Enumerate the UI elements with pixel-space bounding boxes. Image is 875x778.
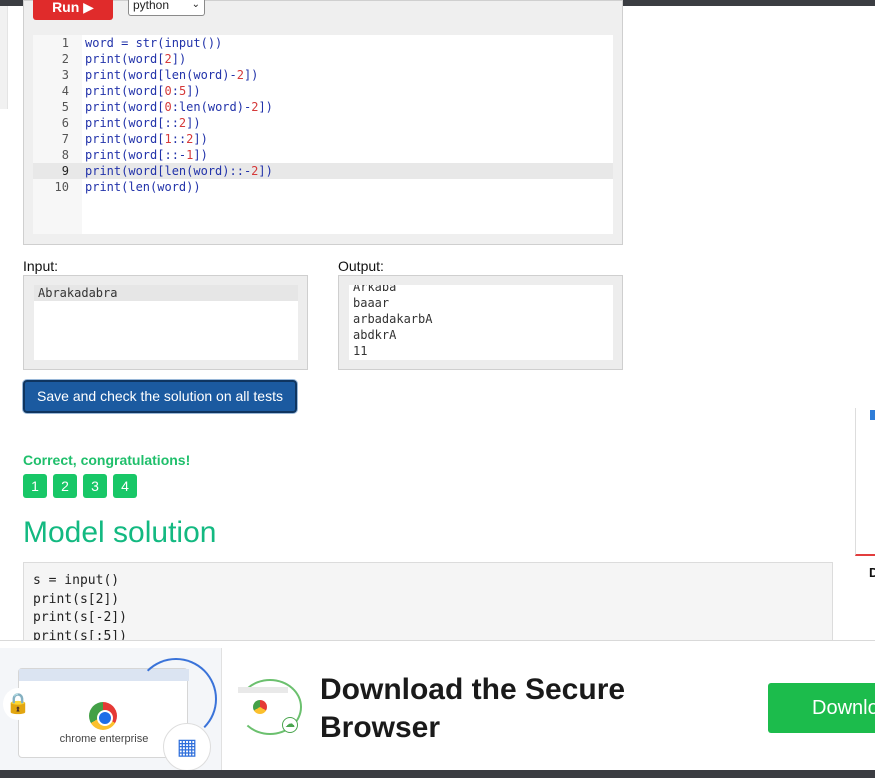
ad-thumbnail: ☁: [238, 679, 302, 735]
code-text: print(word[1::2]): [85, 132, 208, 146]
test-badge[interactable]: 1: [23, 474, 47, 498]
thumb-bar: [238, 687, 288, 693]
line-number: 3: [61, 68, 69, 82]
language-select[interactable]: python ⌄: [128, 0, 205, 16]
code-text: print(word[len(word)::-2]): [85, 164, 273, 178]
output-line: 11: [353, 344, 368, 358]
test-badge[interactable]: 3: [83, 474, 107, 498]
chrome-logo-icon: [89, 702, 117, 730]
code-line[interactable]: 8 print(word[::-1]): [33, 147, 613, 163]
code-text: print(word[len(word)-2]): [85, 68, 259, 82]
code-line[interactable]: 4 print(word[0:5]): [33, 83, 613, 99]
code-line-active[interactable]: 9 print(word[len(word)::-2]): [33, 163, 613, 179]
cloud-download-icon: ☁: [282, 717, 298, 733]
input-label: Input:: [23, 258, 59, 274]
ad-headline: Download the Secure Browser: [320, 673, 626, 744]
right-side-panel: [855, 408, 875, 556]
chrome-small-icon: [253, 700, 267, 714]
code-line[interactable]: 2 print(word[2]): [33, 51, 613, 67]
code-text: print(word[::-1]): [85, 148, 208, 162]
test-badge[interactable]: 2: [53, 474, 77, 498]
code-text: word = str(input()): [85, 36, 223, 50]
model-code-line: s = input(): [33, 573, 120, 588]
line-number: 4: [61, 84, 69, 98]
result-status: Correct, congratulations!: [23, 452, 191, 468]
code-text: print(word[0:5]): [85, 84, 201, 98]
run-button[interactable]: Run ▶: [33, 0, 113, 20]
input-value: Abrakadabra: [34, 285, 298, 301]
model-code-line: print(s[2]): [33, 591, 120, 607]
output-line: arbadakarbA: [353, 312, 433, 326]
test-badge[interactable]: 4: [113, 474, 137, 498]
line-number: 10: [54, 180, 69, 194]
model-solution-title: Model solution: [23, 516, 217, 549]
download-button[interactable]: Download: [768, 683, 875, 733]
right-panel-letter: D: [869, 565, 875, 580]
line-number: 5: [61, 100, 69, 114]
right-panel-marker: [870, 410, 875, 420]
line-number: 8: [61, 148, 69, 162]
code-line[interactable]: 1 word = str(input()): [33, 35, 613, 51]
language-value: python: [133, 0, 170, 12]
code-text: print(len(word)): [85, 180, 201, 194]
code-line[interactable]: 6 print(word[::2]): [33, 115, 613, 131]
output-area: Arkaba baaar arbadakarbA abdkrA 11: [349, 285, 613, 360]
line-number: 9: [61, 164, 69, 178]
output-box: Arkaba baaar arbadakarbA abdkrA 11: [338, 275, 623, 370]
building-icon: ▦: [163, 723, 211, 771]
code-line[interactable]: 5 print(word[0:len(word)-2]): [33, 99, 613, 115]
input-textarea[interactable]: Abrakadabra: [34, 285, 298, 360]
line-number: 7: [61, 132, 69, 146]
output-line: baaar: [353, 296, 390, 310]
model-code-line: print(s[-2]): [33, 610, 127, 625]
output-line: Arkaba: [353, 285, 397, 294]
line-number: 6: [61, 116, 69, 130]
code-line[interactable]: 7 print(word[1::2]): [33, 131, 613, 147]
line-number: 2: [61, 52, 69, 66]
code-text: print(word[0:len(word)-2]): [85, 100, 273, 114]
chevron-down-icon: ⌄: [191, 0, 200, 10]
left-sidebar-stub: [0, 6, 8, 109]
code-line[interactable]: 10 print(len(word)): [33, 179, 613, 195]
code-editor[interactable]: 1 word = str(input()) 2 print(word[2]) 3 pr…: [33, 35, 613, 234]
model-code: s = input() print(s[2]) print(s[-2]) print(…: [33, 572, 127, 646]
line-number: 1: [61, 36, 69, 50]
output-label: Output:: [338, 258, 384, 274]
output-line: abdkrA: [353, 328, 397, 342]
input-box: Abrakadabra: [23, 275, 308, 370]
lock-icon: 🔒: [3, 688, 33, 720]
ad-illustration: chrome enterprise 🔒 ▦: [0, 648, 222, 771]
save-check-button[interactable]: Save and check the solution on all tests: [23, 380, 297, 413]
code-text: print(word[2]): [85, 52, 187, 66]
code-text: print(word[::2]): [85, 116, 201, 130]
model-solution-box: s = input() print(s[2]) print(s[-2]) print(…: [23, 562, 833, 652]
ad-banner[interactable]: chrome enterprise 🔒 ▦ ☁ Download the Sec…: [0, 640, 875, 778]
bottom-bar: [0, 770, 875, 778]
code-line[interactable]: 3 print(word[len(word)-2]): [33, 67, 613, 83]
